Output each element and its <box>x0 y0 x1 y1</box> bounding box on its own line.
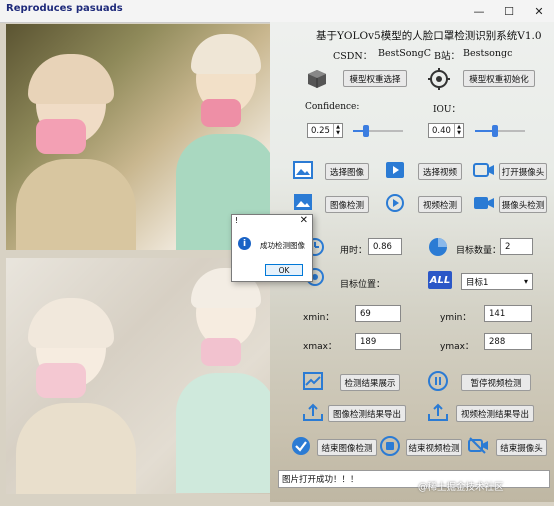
check-icon <box>292 437 310 455</box>
confidence-label: Confidence: <box>305 102 360 112</box>
bilibili-label: B站： <box>434 51 460 62</box>
xmin-label: xmin： <box>303 313 335 323</box>
result-hat-left <box>28 298 114 348</box>
detection-result-image-view <box>6 258 270 494</box>
video-detect-icon <box>386 194 404 212</box>
minimize-button[interactable]: — <box>464 0 494 22</box>
app-title: 基于YOLOv5模型的人脸口罩检测识别系统V1.0 <box>316 30 542 42</box>
confidence-slider-track <box>366 130 403 132</box>
xmin-field[interactable]: 69 <box>355 305 401 322</box>
target-select-value: 目标1 <box>466 277 489 288</box>
camera-icon <box>473 163 494 177</box>
ymin-label: ymin： <box>440 313 472 323</box>
result-body-left <box>16 403 136 494</box>
info-icon: i <box>238 237 251 250</box>
iou-value: 0.40 <box>432 125 451 136</box>
result-body-right <box>176 373 270 493</box>
mask-left <box>36 119 86 154</box>
pie-chart-icon <box>429 238 447 256</box>
select-weights-button[interactable]: 模型权重选择 <box>343 70 407 87</box>
pause-video-button[interactable]: 暂停视频检测 <box>461 374 531 391</box>
window-controls: — ☐ ✕ <box>464 0 554 22</box>
all-targets-icon: ALL <box>428 271 452 289</box>
result-mask-right <box>201 338 241 366</box>
iou-label: IOU： <box>433 105 461 115</box>
status-bar: 图片打开成功！！！ <box>278 470 550 488</box>
mask-right <box>201 99 241 127</box>
result-mask-left <box>36 363 86 398</box>
image-icon <box>293 161 313 179</box>
camera-detect-button[interactable]: 摄像头检测 <box>499 196 547 213</box>
bilibili-value: Bestsongc <box>463 48 513 59</box>
chevron-down-icon: ▾ <box>523 277 528 286</box>
stop-icon <box>380 436 400 456</box>
xmax-field[interactable]: 189 <box>355 333 401 350</box>
chart-icon <box>303 372 323 390</box>
end-image-detect-button[interactable]: 结束图像检测 <box>317 439 377 456</box>
csdn-value: BestSongC <box>378 48 431 59</box>
end-video-detect-button[interactable]: 结束视频检测 <box>406 439 462 456</box>
select-image-button[interactable]: 选择图像 <box>325 163 369 180</box>
select-video-button[interactable]: 选择视频 <box>418 163 462 180</box>
dialog-message: 成功检测图像 <box>260 241 305 250</box>
open-camera-button[interactable]: 打开摄像头 <box>499 163 547 180</box>
close-icon[interactable]: ✕ <box>300 215 308 226</box>
confidence-spinbox[interactable]: 0.25 ▲ ▼ <box>307 123 343 138</box>
spin-arrows-icon[interactable]: ▲ ▼ <box>454 124 463 137</box>
time-value-field[interactable]: 0.86 <box>368 238 402 255</box>
close-button[interactable]: ✕ <box>524 0 554 22</box>
confidence-value: 0.25 <box>311 125 330 136</box>
upload-icon <box>428 403 448 421</box>
ymin-field[interactable]: 141 <box>484 305 532 322</box>
spin-arrows-icon[interactable]: ▲ ▼ <box>333 124 342 137</box>
count-label: 目标数量： <box>456 246 502 256</box>
show-results-button[interactable]: 检测结果展示 <box>340 374 400 391</box>
iou-spinbox[interactable]: 0.40 ▲ ▼ <box>428 123 464 138</box>
camera-icon <box>474 197 494 209</box>
image-icon <box>294 194 312 210</box>
child-body-left <box>16 159 136 250</box>
window-title: Reproduces pasuads <box>6 3 123 14</box>
maximize-button[interactable]: ☐ <box>494 0 524 22</box>
video-detect-button[interactable]: 视频检测 <box>418 196 462 213</box>
count-value-field[interactable]: 2 <box>500 238 533 255</box>
dialog-title: ! <box>235 216 239 225</box>
init-weights-button[interactable]: 模型权重初始化 <box>463 70 535 87</box>
success-dialog: ! ✕ i 成功检测图像 OK <box>231 214 313 282</box>
video-off-icon <box>468 437 488 454</box>
child-hat-right <box>191 34 261 74</box>
video-play-icon <box>386 162 404 178</box>
watermark: @稀土掘金技术社区 <box>418 482 504 493</box>
ymax-label: ymax： <box>440 342 474 352</box>
pause-icon <box>428 371 448 391</box>
ymax-field[interactable]: 288 <box>484 333 532 350</box>
iou-slider[interactable] <box>475 125 525 137</box>
ok-button[interactable]: OK <box>265 264 303 276</box>
xmax-label: xmax： <box>303 342 337 352</box>
confidence-slider-handle[interactable] <box>363 125 369 137</box>
time-label: 用时： <box>340 246 368 256</box>
iou-slider-track <box>495 130 525 132</box>
iou-slider-handle[interactable] <box>492 125 498 137</box>
status-message: 图片打开成功！！！ <box>282 475 359 485</box>
image-detect-button[interactable]: 图像检测 <box>325 196 369 213</box>
crosshair-icon <box>428 68 450 90</box>
cube-icon <box>308 70 326 88</box>
export-image-results-button[interactable]: 图像检测结果导出 <box>328 405 406 422</box>
confidence-slider[interactable] <box>353 125 403 137</box>
target-select[interactable]: 目标1 ▾ <box>461 273 533 290</box>
position-label: 目标位置： <box>340 280 386 290</box>
child-hat-left <box>28 54 114 104</box>
export-video-results-button[interactable]: 视频检测结果导出 <box>456 405 534 422</box>
upload-icon <box>303 403 323 421</box>
csdn-label: CSDN： <box>333 51 373 62</box>
title-bar: Reproduces pasuads — ☐ ✕ <box>0 0 554 23</box>
end-camera-button[interactable]: 结束摄像头 <box>496 439 547 456</box>
